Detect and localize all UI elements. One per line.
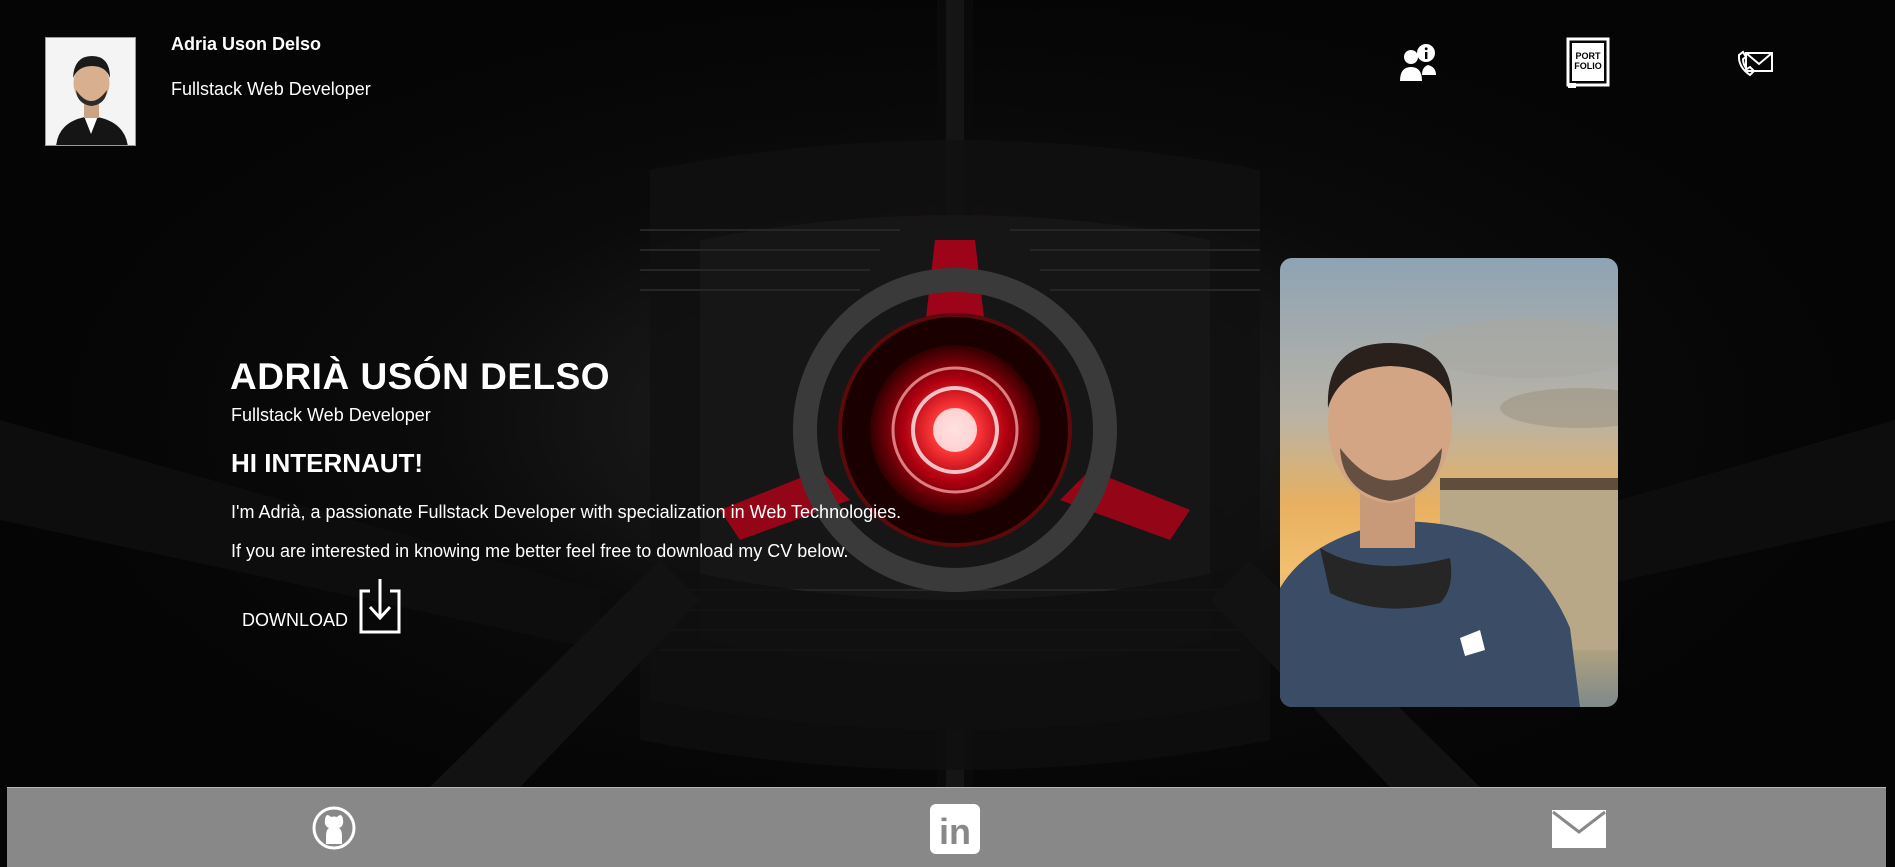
hero-subtitle: Fullstack Web Developer [231,405,431,425]
hero-cv-text: If you are interested in knowing me bett… [231,541,849,561]
hero-greeting: HI INTERNAUT! [231,448,424,478]
header-name: Adria Uson Delso [171,34,322,54]
footer-bar: in [7,787,1886,867]
portfolio-icon-text-1: PORT [1575,51,1601,61]
download-label: DOWNLOAD [242,610,349,630]
about-me-icon[interactable] [1388,38,1448,88]
hero-title: ADRIÀ USÓN DELSO [230,356,611,397]
download-cv-button[interactable]: DOWNLOAD [242,577,412,640]
header-role: Fullstack Web Developer [171,79,371,99]
contact-phone-mail-icon[interactable] [1726,38,1786,88]
portfolio-icon[interactable]: PORT FOLIO [1558,37,1618,88]
portfolio-icon-text-2: FOLIO [1574,61,1602,71]
github-icon[interactable] [312,806,356,855]
hero-intro-text: I'm Adrià, a passionate Fullstack Develo… [231,502,902,522]
mail-icon[interactable] [1552,810,1606,853]
profile-avatar [45,37,136,146]
linkedin-icon[interactable]: in [930,804,980,859]
linkedin-icon-text: in [939,811,971,852]
profile-photo [1280,258,1618,707]
download-icon [358,577,402,640]
